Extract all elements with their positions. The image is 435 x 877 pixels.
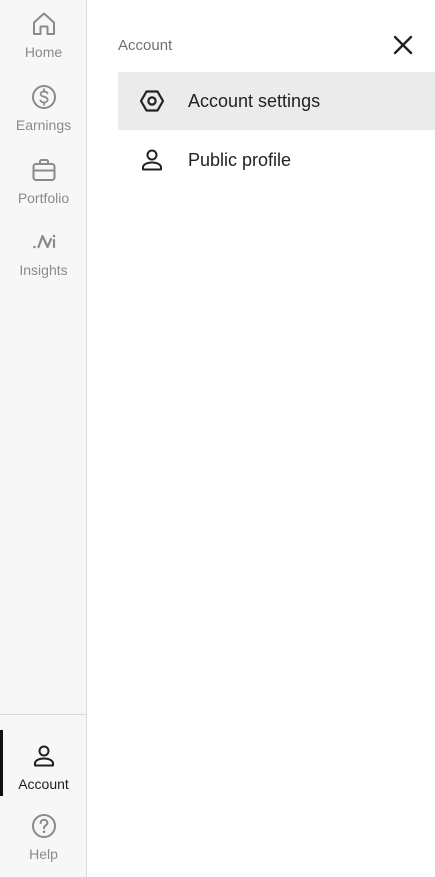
rail-item-label: Portfolio	[17, 190, 70, 206]
insights-icon	[32, 234, 55, 249]
rail-item-insights[interactable]: Insights	[0, 228, 87, 278]
menu-item-label: Public profile	[188, 149, 292, 170]
person-icon	[33, 745, 54, 767]
rail-item-home[interactable]: Home	[0, 10, 87, 60]
app-root: Home Earnings Portfolio Insights Account…	[0, 0, 435, 877]
menu-item-account-settings[interactable]: Account settings	[118, 72, 435, 130]
account-panel: Account Account settings Public profile	[88, 0, 435, 877]
close-icon	[393, 35, 413, 55]
person-icon	[142, 149, 162, 171]
rail-item-portfolio[interactable]: Portfolio	[0, 156, 87, 206]
home-icon	[32, 12, 55, 35]
settings-hexagon-icon	[139, 90, 165, 112]
rail-divider	[0, 714, 86, 715]
menu-item-public-profile[interactable]: Public profile	[118, 131, 435, 189]
rail-item-label: Home	[24, 44, 63, 60]
rail-item-label: Account	[18, 776, 69, 792]
help-circle-icon	[31, 814, 56, 838]
rail-item-account[interactable]: Account	[0, 730, 87, 796]
rail-item-label: Earnings	[15, 117, 72, 133]
rail-item-help[interactable]: Help	[0, 812, 87, 862]
menu-item-label: Account settings	[188, 90, 321, 111]
briefcase-icon	[32, 159, 55, 181]
rail-item-label: Help	[29, 846, 58, 862]
close-button[interactable]	[388, 30, 418, 60]
rail-item-label: Insights	[19, 262, 68, 278]
nav-rail: Home Earnings Portfolio Insights Account…	[0, 0, 87, 877]
dollar-circle-icon	[31, 85, 56, 109]
rail-item-earnings[interactable]: Earnings	[0, 83, 87, 133]
panel-title: Account	[118, 37, 173, 54]
